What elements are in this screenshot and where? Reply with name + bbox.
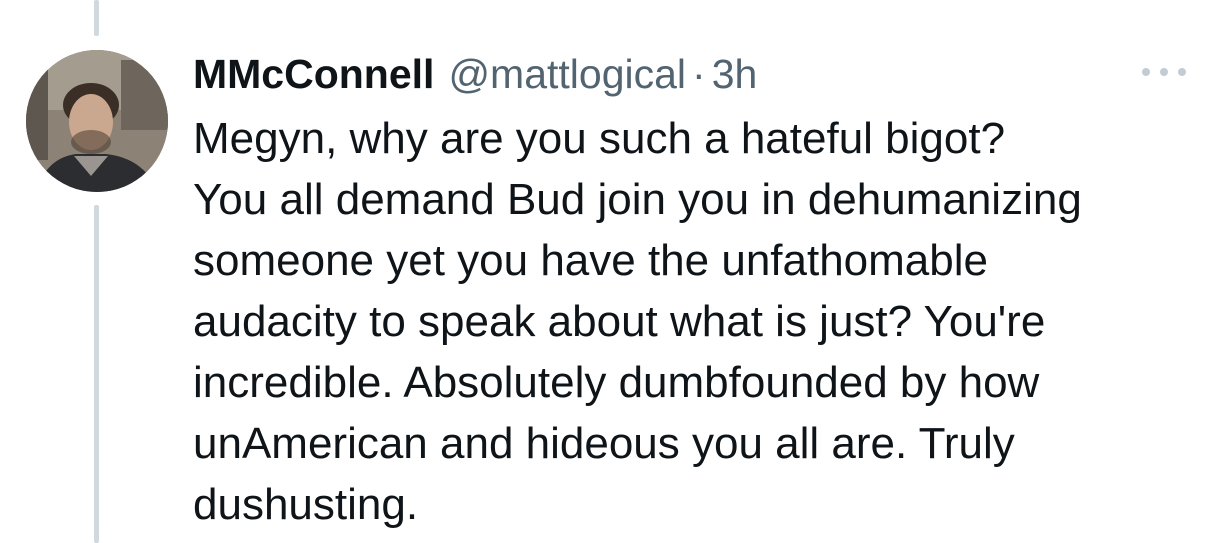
more-horizontal-icon[interactable] [1142,62,1186,82]
more-dot [1178,68,1186,76]
tweet-text: Megyn, why are you such a hateful bigot?… [193,114,1082,529]
more-dot [1160,68,1168,76]
user-handle[interactable]: @mattlogical [448,44,686,104]
timestamp[interactable]: 3h [712,44,758,104]
separator-dot: · [692,51,706,97]
more-dot [1142,68,1150,76]
tweet[interactable]: MMcConnell @mattlogical · 3h Megyn, why … [193,44,1183,535]
thread-line-bottom [94,205,99,543]
display-name[interactable]: MMcConnell [193,44,434,104]
thread-line-top [94,0,99,36]
avatar[interactable] [26,50,168,192]
tweet-header: MMcConnell @mattlogical · 3h [193,44,1183,104]
